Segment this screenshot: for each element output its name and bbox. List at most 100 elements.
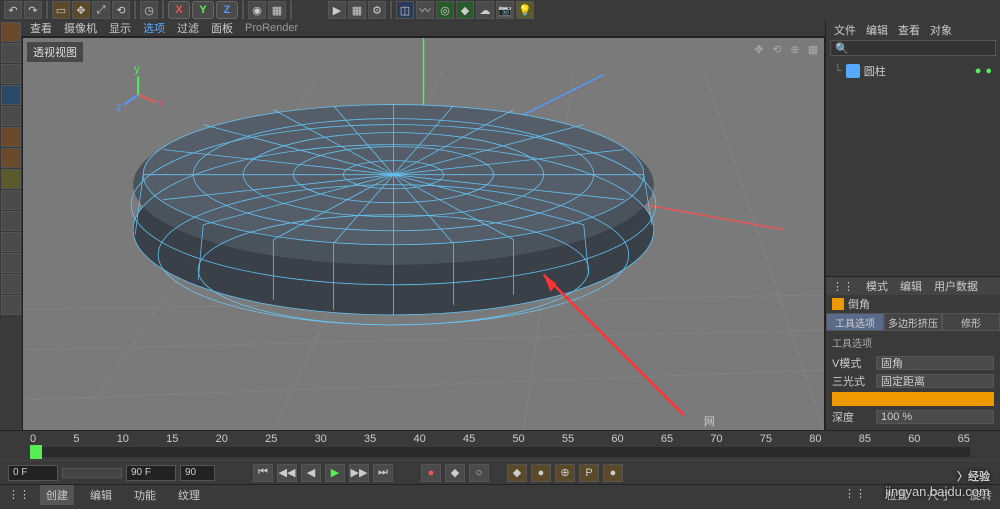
bottom-tab-function[interactable]: 功能 (128, 485, 162, 505)
point-mode-icon[interactable] (1, 127, 21, 147)
attr-menu-mode[interactable]: 模式 (866, 278, 888, 294)
attr-field-depth[interactable]: 100 % (876, 410, 994, 424)
axis-x-button[interactable]: X (168, 1, 190, 19)
key-param-icon[interactable]: P (579, 464, 599, 482)
edge-mode-icon[interactable] (1, 148, 21, 168)
view-menu-camera[interactable]: 摄像机 (64, 20, 97, 36)
object-item-cylinder[interactable]: └ 圆柱 ●● (834, 62, 992, 80)
snap-icon[interactable]: ▦ (268, 1, 286, 19)
coord-icon[interactable]: ◉ (248, 1, 266, 19)
range-slider[interactable] (62, 468, 122, 478)
key-pos-icon[interactable]: ◆ (507, 464, 527, 482)
autokey-icon[interactable]: ◆ (445, 464, 465, 482)
view-menu-options[interactable]: 选项 (143, 20, 165, 36)
select-tool-icon[interactable]: ▭ (52, 1, 70, 19)
attr-title: 倒角 (848, 296, 870, 312)
bottom-tab-create[interactable]: 创建 (40, 485, 74, 505)
view-menu-panel[interactable]: 面板 (211, 20, 233, 36)
frame-end-field[interactable]: 90 F (126, 465, 176, 481)
key-rot-icon[interactable]: ⊕ (555, 464, 575, 482)
tab-tool-options[interactable]: 工具选项 (826, 313, 884, 331)
viewport-3d[interactable]: 透视视图 ✥ ⟲ ⊕ ▦ (22, 37, 825, 432)
redo-icon[interactable]: ↷ (24, 1, 42, 19)
record-icon[interactable]: ● (421, 464, 441, 482)
attribute-manager: ⋮⋮ 模式 编辑 用户数据 倒角 工具选项 多边形挤压 修形 工具选项 V模式 … (826, 277, 1000, 430)
frame-end2-field[interactable]: 90 (180, 465, 215, 481)
pan-icon[interactable]: ✥ (752, 42, 766, 56)
key-pla-icon[interactable]: ● (603, 464, 623, 482)
workplane-icon[interactable] (1, 106, 21, 126)
tab-shaping[interactable]: 修形 (942, 313, 1000, 331)
timeline-ruler: 05101520253035404550556065707580856065 (0, 433, 1000, 445)
object-mode-icon[interactable] (1, 64, 21, 84)
spline-icon[interactable]: 〰 (416, 1, 434, 19)
orbit-icon[interactable]: ⟲ (770, 42, 784, 56)
dots-icon[interactable]: ⋮⋮ (832, 280, 854, 293)
locked-icon[interactable] (1, 295, 21, 315)
frame-start-field[interactable]: 0 F (8, 465, 58, 481)
bottom-tab-edit[interactable]: 编辑 (84, 485, 118, 505)
obj-menu-object[interactable]: 对象 (930, 22, 952, 36)
dots-icon[interactable]: ⋮⋮ (8, 488, 30, 501)
render-region-icon[interactable]: ▦ (348, 1, 366, 19)
texture-mode-icon[interactable] (1, 85, 21, 105)
obj-menu-edit[interactable]: 编辑 (866, 22, 888, 36)
next-key-icon[interactable]: ▶▶ (349, 464, 369, 482)
view-menu-prorender[interactable]: ProRender (245, 22, 298, 34)
render-settings-icon[interactable]: ⚙ (368, 1, 386, 19)
undo-icon[interactable]: ↶ (4, 1, 22, 19)
playhead[interactable] (30, 445, 42, 459)
play-back-icon[interactable]: ◀ (301, 464, 321, 482)
workplane-snap-icon[interactable] (1, 274, 21, 294)
view-menu-display[interactable]: 显示 (109, 20, 131, 36)
key-scale-icon[interactable]: ● (531, 464, 551, 482)
prev-key-icon[interactable]: ◀◀ (277, 464, 297, 482)
object-manager: 文件 编辑 查看 对象 🔍 └ 圆柱 ●● (826, 20, 1000, 277)
render-icon[interactable]: ▶ (328, 1, 346, 19)
polygon-mode-icon[interactable] (1, 169, 21, 189)
enable-axis-icon[interactable] (1, 190, 21, 210)
bottom-tab-texture[interactable]: 纹理 (172, 485, 206, 505)
attr-menu-userdata[interactable]: 用户数据 (934, 278, 978, 294)
dots-icon[interactable]: ⋮⋮ (844, 487, 866, 503)
light-icon[interactable]: 💡 (516, 1, 534, 19)
primitive-cube-icon[interactable]: ◫ (396, 1, 414, 19)
generator-icon[interactable]: ◎ (436, 1, 454, 19)
viewport-solo-icon[interactable] (1, 232, 21, 252)
rotate-tool-icon[interactable]: ⟲ (112, 1, 130, 19)
obj-menu-file[interactable]: 文件 (834, 22, 856, 36)
environment-icon[interactable]: ☁ (476, 1, 494, 19)
play-icon[interactable]: ▶ (325, 464, 345, 482)
goto-end-icon[interactable]: ⏭ (373, 464, 393, 482)
attr-field-offset-mode[interactable]: 固定距离 (876, 374, 994, 388)
attr-menu-edit[interactable]: 编辑 (900, 278, 922, 294)
model-mode-icon[interactable] (1, 43, 21, 63)
attr-field-mode[interactable]: 固角 (876, 356, 994, 370)
zoom-icon[interactable]: ⊕ (788, 42, 802, 56)
deformer-icon[interactable]: ◆ (456, 1, 474, 19)
tab-poly-extrude[interactable]: 多边形挤压 (884, 313, 942, 331)
view-menu-view[interactable]: 查看 (30, 20, 52, 36)
view-menu-filter[interactable]: 过滤 (177, 20, 199, 36)
camera-icon[interactable]: 📷 (496, 1, 514, 19)
obj-menu-view[interactable]: 查看 (898, 22, 920, 36)
cylinder-icon (846, 64, 860, 78)
live-select-icon[interactable] (1, 22, 21, 42)
search-icon[interactable]: 🔍 (835, 42, 849, 55)
scale-tool-icon[interactable]: ⤢ (92, 1, 110, 19)
axis-z-button[interactable]: Z (216, 1, 238, 19)
tweak-icon[interactable] (1, 211, 21, 231)
keyframe-icon[interactable]: ○ (469, 464, 489, 482)
history-icon[interactable]: ◷ (140, 1, 158, 19)
axis-y-button[interactable]: Y (192, 1, 214, 19)
snap-toggle-icon[interactable] (1, 253, 21, 273)
move-tool-icon[interactable]: ✥ (72, 1, 90, 19)
svg-text:x: x (158, 98, 164, 110)
goto-start-icon[interactable]: ⏮ (253, 464, 273, 482)
timeline[interactable]: 05101520253035404550556065707580856065 (0, 430, 1000, 460)
svg-text:z: z (116, 102, 122, 114)
maximize-icon[interactable]: ▦ (806, 42, 820, 56)
right-panel: 文件 编辑 查看 对象 🔍 └ 圆柱 ●● ⋮⋮ 模式 编辑 (825, 20, 1000, 430)
bevel-tool-icon (832, 298, 844, 310)
attr-label: V模式 (832, 355, 872, 371)
